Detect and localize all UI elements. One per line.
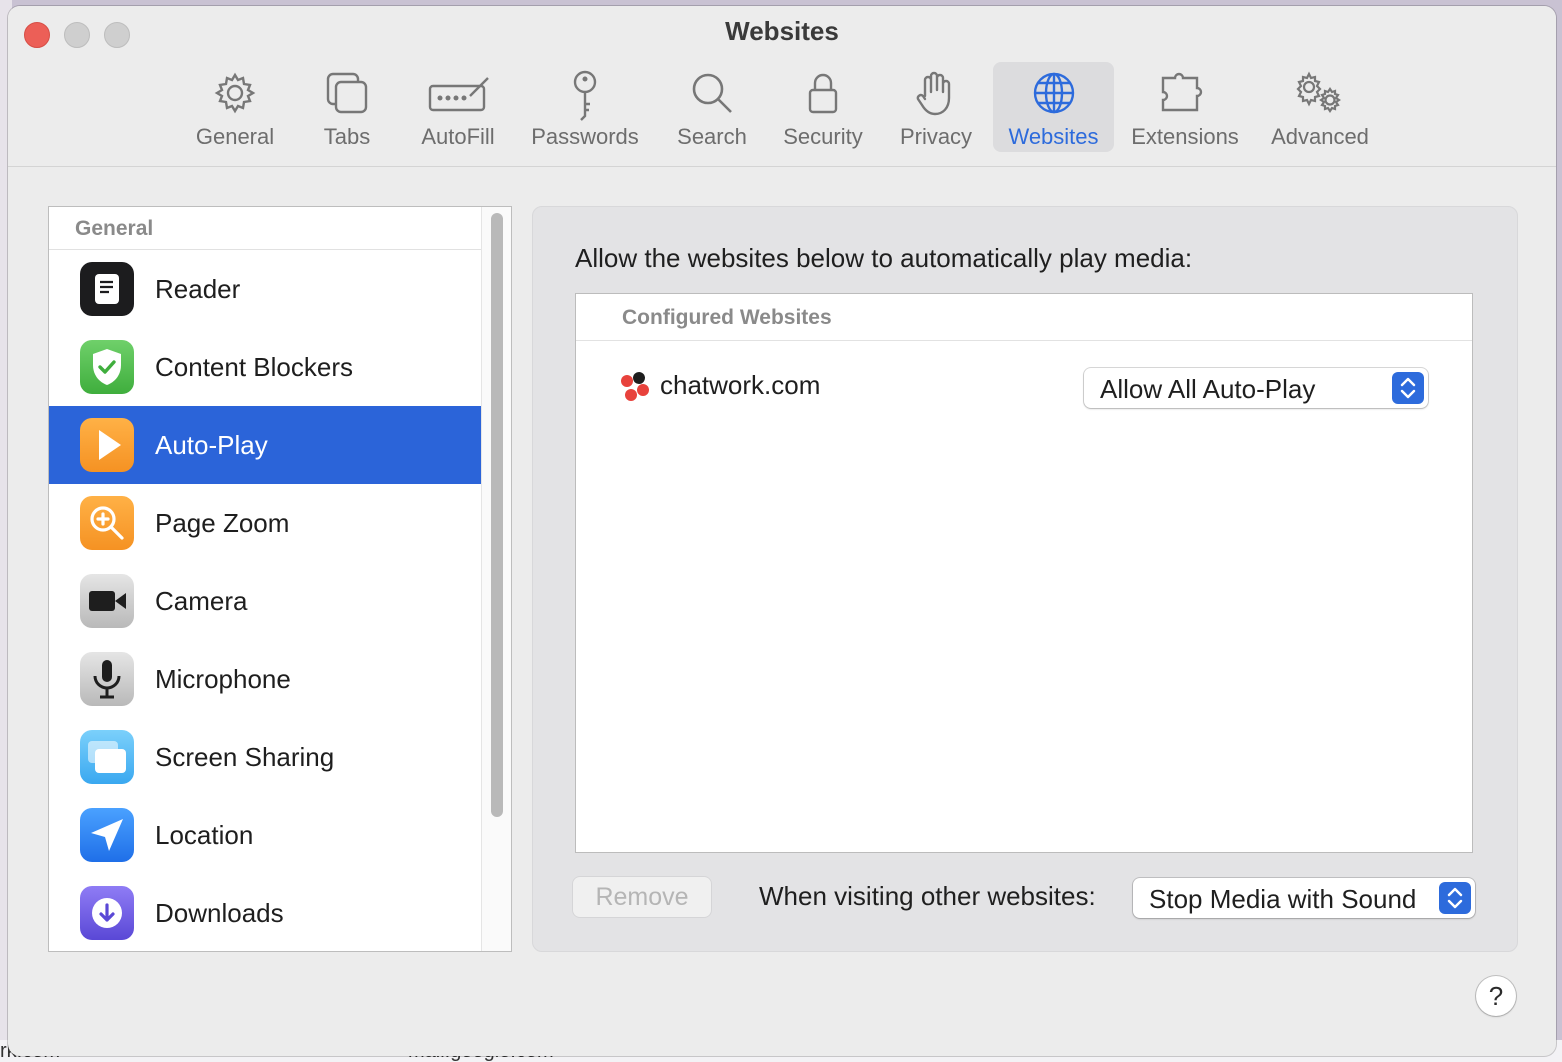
tab-label: Search xyxy=(677,124,747,149)
select-stepper-icon xyxy=(1439,882,1471,914)
sidebar-item-microphone[interactable]: Microphone xyxy=(49,640,481,718)
table-header-label: Configured Websites xyxy=(622,306,832,329)
sidebar-item-label: Camera xyxy=(155,586,248,616)
tab-websites[interactable]: Websites xyxy=(993,62,1114,152)
shield-check-icon xyxy=(80,340,134,394)
reader-icon xyxy=(80,262,134,316)
select-value: Allow All Auto-Play xyxy=(1100,374,1316,404)
gears-icon xyxy=(1296,71,1341,113)
section-header-label: General xyxy=(75,217,154,240)
tab-general[interactable]: General xyxy=(184,62,286,152)
tab-privacy[interactable]: Privacy xyxy=(888,62,984,152)
gear-icon xyxy=(214,72,256,114)
panel-description: Allow the websites below to automaticall… xyxy=(575,243,1193,273)
tab-search[interactable]: Search xyxy=(666,62,758,152)
preferences-window: Websites General Tabs AutoFill Passwords… xyxy=(8,6,1556,1056)
remove-button[interactable]: Remove xyxy=(573,877,711,917)
sidebar-item-page-zoom[interactable]: Page Zoom xyxy=(49,484,481,562)
sidebar-item-label: Screen Sharing xyxy=(155,742,335,772)
window-title: Websites xyxy=(725,16,839,46)
tab-passwords[interactable]: Passwords xyxy=(522,62,648,152)
tab-advanced[interactable]: Advanced xyxy=(1260,62,1380,152)
sidebar-item-label: Downloads xyxy=(155,898,284,928)
help-button[interactable]: ? xyxy=(1476,976,1516,1016)
tab-autofill[interactable]: AutoFill xyxy=(406,62,510,152)
configured-websites-table[interactable]: Configured Websites chatwork.com Allow A… xyxy=(575,293,1473,853)
play-icon xyxy=(80,418,134,472)
zoom-icon xyxy=(80,496,134,550)
sidebar-item-reader[interactable]: Reader xyxy=(49,250,481,328)
site-name: chatwork.com xyxy=(660,370,821,400)
microphone-icon xyxy=(80,652,134,706)
magnifier-icon xyxy=(692,73,732,113)
download-icon xyxy=(80,886,134,940)
sidebar-item-camera[interactable]: Camera xyxy=(49,562,481,640)
tab-label: Advanced xyxy=(1271,124,1369,149)
list-section-header: General xyxy=(49,207,481,250)
sidebar-item-label: Microphone xyxy=(155,664,291,694)
auto-play-settings-panel: Allow the websites below to automaticall… xyxy=(532,206,1518,952)
sidebar-item-label: Content Blockers xyxy=(155,352,353,382)
sidebar-item-label: Location xyxy=(155,820,254,850)
lock-icon xyxy=(808,73,838,114)
puzzle-icon xyxy=(1161,72,1203,112)
sidebar-item-content-blockers[interactable]: Content Blockers xyxy=(49,328,481,406)
sidebar-item-label: Reader xyxy=(155,274,241,304)
key-icon xyxy=(573,70,597,121)
tab-label: Tabs xyxy=(323,124,371,149)
scrollbar-thumb[interactable] xyxy=(491,213,503,817)
title-bar: Websites General Tabs AutoFill Passwords… xyxy=(8,6,1556,167)
camera-icon xyxy=(80,574,134,628)
tab-label: Privacy xyxy=(899,124,973,149)
table-header: Configured Websites xyxy=(576,294,1472,341)
tabs-icon xyxy=(326,72,368,114)
sidebar-item-label: Auto-Play xyxy=(155,430,268,460)
other-websites-select[interactable]: Stop Media with Sound xyxy=(1133,878,1475,918)
tab-label: Passwords xyxy=(531,124,639,149)
sidebar-item-downloads[interactable]: Downloads xyxy=(49,874,481,951)
tab-security[interactable]: Security xyxy=(774,62,872,152)
sidebar-item-auto-play[interactable]: Auto-Play xyxy=(49,406,481,484)
select-value: Stop Media with Sound xyxy=(1149,884,1417,914)
tab-extensions[interactable]: Extensions xyxy=(1122,62,1248,152)
list-scrollbar[interactable] xyxy=(481,207,511,951)
tab-label: Websites xyxy=(1008,124,1099,149)
chatwork-favicon-icon xyxy=(621,372,649,401)
tab-label: Security xyxy=(783,124,863,149)
sidebar-item-location[interactable]: Location xyxy=(49,796,481,874)
sidebar-item-screen-sharing[interactable]: Screen Sharing xyxy=(49,718,481,796)
screen-sharing-icon xyxy=(80,730,134,784)
tab-label: Extensions xyxy=(1131,124,1239,149)
select-stepper-icon xyxy=(1392,372,1424,404)
website-settings-list[interactable]: General Reader Content Blockers Auto-Pla… xyxy=(48,206,512,952)
hand-icon xyxy=(916,71,951,116)
tab-label: AutoFill xyxy=(421,124,495,149)
site-autoplay-select[interactable]: Allow All Auto-Play xyxy=(1084,368,1428,408)
tab-tabs[interactable]: Tabs xyxy=(306,62,388,152)
location-arrow-icon xyxy=(80,808,134,862)
sidebar-item-label: Page Zoom xyxy=(155,508,290,538)
globe-icon xyxy=(1033,72,1074,114)
tab-label: General xyxy=(195,124,275,149)
other-websites-label: When visiting other websites: xyxy=(759,881,1096,911)
table-row[interactable]: chatwork.com Allow All Auto-Play xyxy=(576,354,1472,418)
autofill-icon xyxy=(428,77,489,112)
